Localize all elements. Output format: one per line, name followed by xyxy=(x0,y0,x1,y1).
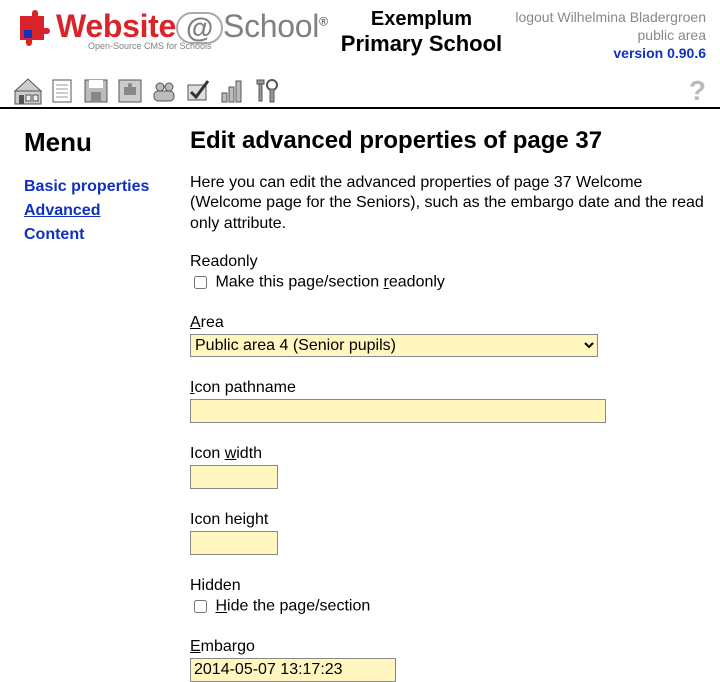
icon-height-label-u: g xyxy=(246,511,255,528)
school-line1: Exemplum xyxy=(328,8,516,31)
stats-icon[interactable] xyxy=(218,77,246,105)
logo-website: Website xyxy=(56,8,176,44)
icon-width-label-u: w xyxy=(225,445,237,462)
icon-width-group: Icon width xyxy=(190,445,706,489)
save-icon[interactable] xyxy=(82,77,110,105)
readonly-text-pre: Make this page/section xyxy=(215,274,383,291)
area-link[interactable]: public area xyxy=(515,26,706,44)
check-icon[interactable] xyxy=(184,77,212,105)
hidden-checkbox[interactable] xyxy=(194,600,207,613)
icon-height-label-post: ht xyxy=(255,511,268,528)
embargo-label-post: mbargo xyxy=(201,638,255,655)
puzzle-icon xyxy=(14,10,56,50)
readonly-label: Readonly xyxy=(190,253,706,271)
icon-width-label-pre: Icon xyxy=(190,445,225,462)
readonly-group: Readonly Make this page/section readonly xyxy=(190,253,706,292)
sidebar-item-content[interactable]: Content xyxy=(24,226,186,244)
hidden-label: Hidden xyxy=(190,577,706,595)
icon-path-input[interactable] xyxy=(190,399,606,423)
area-select[interactable]: Public area 4 (Senior pupils) xyxy=(190,334,598,357)
main: Menu Basic properties Advanced Content E… xyxy=(0,109,720,682)
hidden-text-post: ide the page/section xyxy=(227,598,370,615)
icon-path-label-post: con pathname xyxy=(194,379,295,396)
hidden-group: Hidden Hide the page/section xyxy=(190,577,706,616)
logo-at: @ xyxy=(176,12,223,44)
area-group: Area Public area 4 (Senior pupils) xyxy=(190,314,706,357)
modules-icon[interactable] xyxy=(116,77,144,105)
icon-width-label-post: idth xyxy=(236,445,262,462)
version-text: version 0.90.6 xyxy=(515,44,706,62)
logo: Website@School® Open-Source CMS for Scho… xyxy=(14,8,328,51)
users-icon[interactable] xyxy=(150,77,178,105)
sidebar: Menu Basic properties Advanced Content xyxy=(0,109,186,682)
top-right: logout Wilhelmina Bladergroen public are… xyxy=(515,8,706,63)
logo-school: School xyxy=(223,8,319,44)
icon-path-group: Icon pathname xyxy=(190,379,706,423)
readonly-checkbox[interactable] xyxy=(194,276,207,289)
home-icon[interactable] xyxy=(14,77,42,105)
logout-link[interactable]: logout Wilhelmina Bladergroen xyxy=(515,8,706,26)
content: Edit advanced properties of page 37 Here… xyxy=(186,109,720,682)
school-line2: Primary School xyxy=(328,31,516,57)
document-icon[interactable] xyxy=(48,77,76,105)
area-label-u: A xyxy=(190,314,201,331)
icon-width-input[interactable] xyxy=(190,465,278,489)
icon-height-group: Icon height xyxy=(190,511,706,555)
menu-heading: Menu xyxy=(24,127,186,158)
page-heading: Edit advanced properties of page 37 xyxy=(190,127,706,155)
logo-registered: ® xyxy=(319,14,328,28)
embargo-group: Embargo xyxy=(190,638,706,682)
school-title: Exemplum Primary School xyxy=(328,8,516,57)
sidebar-item-basic[interactable]: Basic properties xyxy=(24,178,186,196)
area-label-post: rea xyxy=(201,314,224,331)
tools-icon[interactable] xyxy=(252,77,280,105)
embargo-label-u: E xyxy=(190,638,201,655)
hidden-text-u: H xyxy=(215,598,227,615)
sidebar-item-advanced[interactable]: Advanced xyxy=(24,202,186,220)
help-icon[interactable]: ? xyxy=(689,75,706,107)
toolbar: ? xyxy=(0,75,720,109)
readonly-text-post: eadonly xyxy=(389,274,445,291)
icon-height-label-pre: Icon hei xyxy=(190,511,246,528)
header: Website@School® Open-Source CMS for Scho… xyxy=(0,0,720,67)
icon-height-input[interactable] xyxy=(190,531,278,555)
intro-text: Here you can edit the advanced propertie… xyxy=(190,173,706,235)
